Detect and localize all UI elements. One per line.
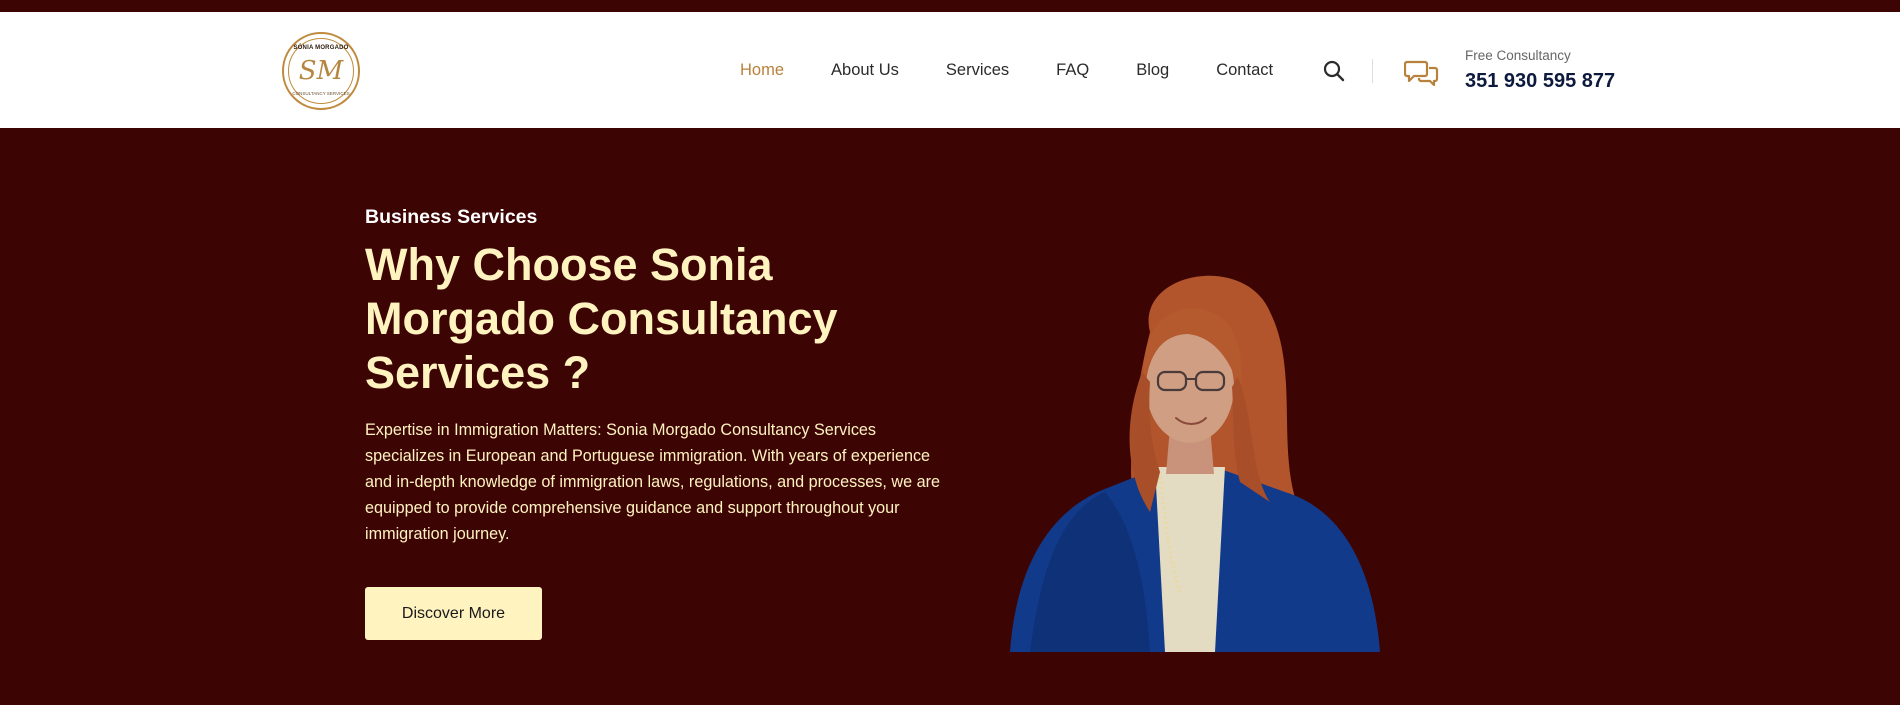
chat-icon [1404, 60, 1439, 86]
hero-body-text: Expertise in Immigration Matters: Sonia … [365, 421, 940, 543]
discover-more-button[interactable]: Discover More [365, 587, 542, 640]
site-header: SÓNIA MORGADO SM CONSULTANCY SERVICES Ho… [0, 12, 1900, 128]
nav-item-about-us[interactable]: About Us [831, 61, 899, 80]
nav-item-services[interactable]: Services [946, 61, 1009, 80]
header-divider [1372, 59, 1373, 83]
top-strip [0, 0, 1900, 12]
logo-bottom-text: CONSULTANCY SERVICES [292, 91, 350, 96]
logo-emblem: SÓNIA MORGADO SM CONSULTANCY SERVICES [288, 38, 354, 104]
nav-item-faq[interactable]: FAQ [1056, 61, 1089, 80]
consultant-portrait [1010, 275, 1380, 652]
hero-kicker: Business Services [365, 206, 538, 228]
main-nav: Home About Us Services FAQ Blog Contact [740, 12, 1320, 128]
logo-monogram: SM [298, 56, 344, 86]
nav-item-blog[interactable]: Blog [1136, 61, 1169, 80]
nav-item-home[interactable]: Home [740, 61, 784, 80]
hero-headline: Why Choose Sonia Morgado Consultancy Ser… [365, 239, 838, 398]
phone-number-link[interactable]: 351 930 595 877 [1465, 70, 1615, 93]
nav-item-contact[interactable]: Contact [1216, 61, 1273, 80]
site-logo[interactable]: SÓNIA MORGADO SM CONSULTANCY SERVICES [282, 32, 360, 110]
search-icon[interactable] [1322, 59, 1346, 83]
logo-top-text: SÓNIA MORGADO [293, 45, 349, 51]
free-consultancy-label: Free Consultancy [1465, 48, 1571, 63]
